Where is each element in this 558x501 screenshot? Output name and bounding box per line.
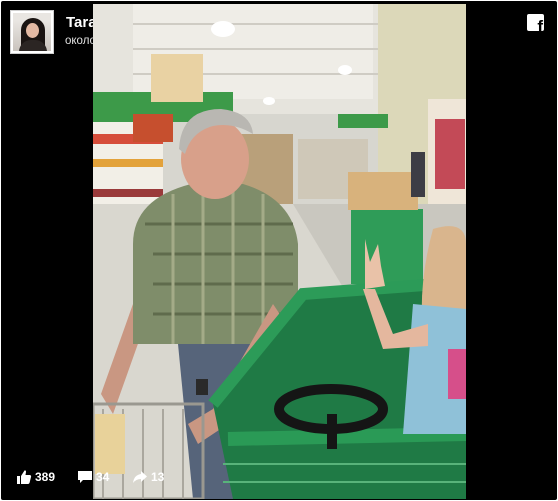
shares-count: 13 [151, 470, 165, 484]
post-photo[interactable] [93, 4, 466, 499]
share-button[interactable]: 13 [132, 469, 168, 485]
comment-icon [78, 471, 92, 483]
comments-count: 34 [96, 470, 110, 484]
photo-illustration [93, 4, 466, 499]
share-arrow-icon [133, 471, 147, 483]
likes-count: 389 [35, 470, 56, 484]
like-button[interactable]: 389 [16, 469, 60, 485]
post-footer: 389 34 13 [1, 461, 557, 499]
facebook-post-embed: Tara Wood, Writer около 4 месяцев назад … [1, 1, 557, 500]
author-avatar[interactable] [10, 10, 54, 54]
comment-button[interactable]: 34 [77, 469, 115, 485]
thumbs-up-icon [17, 470, 32, 484]
avatar-image [13, 13, 51, 51]
facebook-icon[interactable]: f [527, 14, 544, 31]
